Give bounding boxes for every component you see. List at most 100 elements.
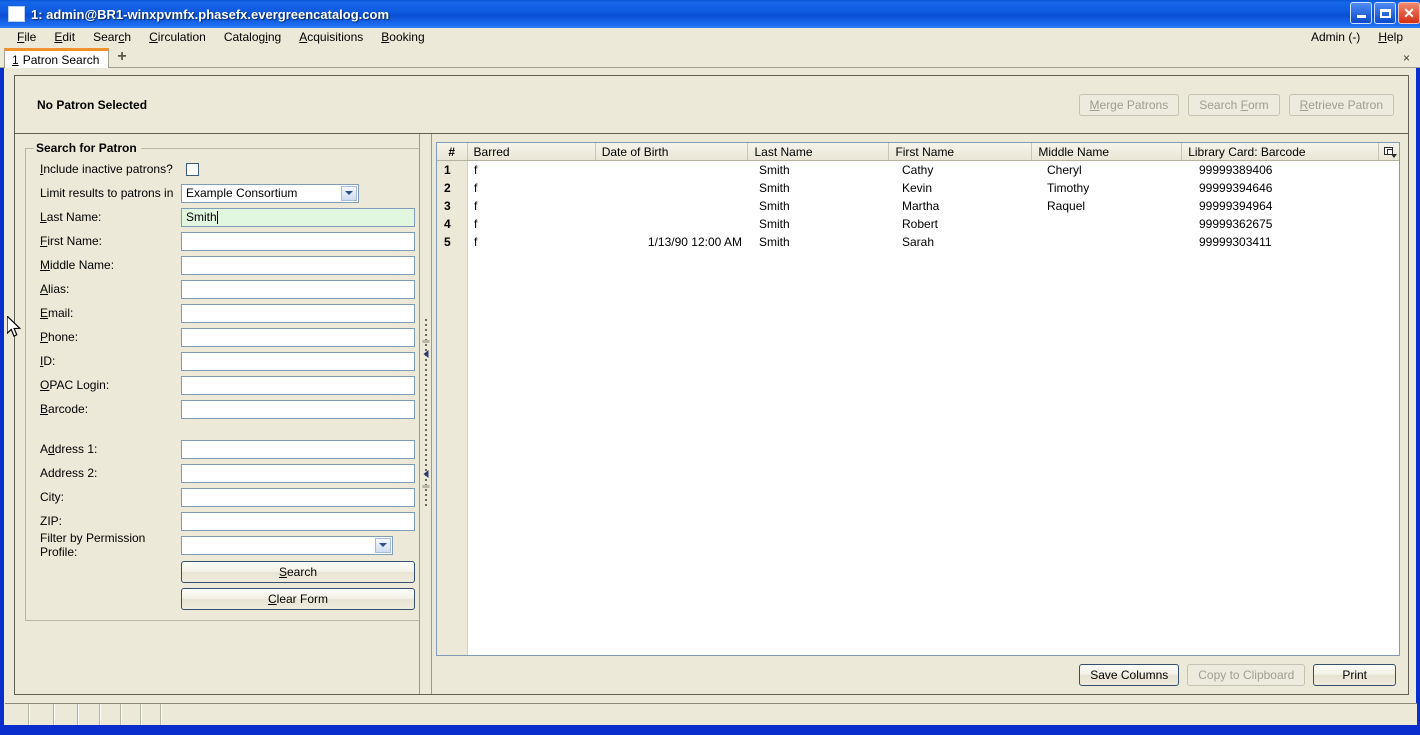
cell-first: Sarah	[902, 235, 935, 249]
zip-input[interactable]	[181, 511, 415, 531]
menu-booking[interactable]: Booking	[372, 29, 433, 45]
barcode-label: Barcode:	[40, 402, 89, 416]
cell-middle: Timothy	[1047, 181, 1090, 195]
maximize-icon	[1379, 8, 1391, 18]
column-header-number[interactable]: #	[437, 143, 467, 160]
column-header-barcode[interactable]: Library Card: Barcode	[1181, 143, 1378, 160]
include-inactive-label: Include inactive patrons?	[40, 162, 173, 176]
search-group-legend: Search for Patron	[36, 141, 137, 155]
row-address-1: Address 1:	[34, 437, 415, 461]
row-include-inactive: Include inactive patrons?	[34, 157, 415, 181]
form-spacer	[34, 421, 415, 437]
page-title: No Patron Selected	[37, 97, 148, 112]
column-header-middle-name[interactable]: Middle Name	[1031, 143, 1181, 160]
alias-input[interactable]	[181, 279, 415, 299]
cell-first: Martha	[902, 199, 940, 213]
clear-form-button[interactable]: Clear Form	[181, 588, 415, 610]
row-middle-name: Middle Name:	[34, 253, 415, 277]
column-header-dob[interactable]: Date of Birth	[594, 143, 748, 160]
row-last-name: Last Name: Smith	[34, 205, 415, 229]
table-row[interactable]: 5f1/13/90 12:00 AMSmithSarah99999303411	[468, 233, 1399, 251]
middle-name-label: Middle Name:	[40, 258, 115, 272]
new-tab-button[interactable]: +	[109, 45, 134, 67]
collapse-right-arrow-icon[interactable]	[423, 470, 428, 478]
text-caret	[216, 210, 218, 224]
cell-barred: f	[474, 181, 478, 195]
table-row[interactable]: 3fSmithMarthaRaquel99999394964	[468, 197, 1399, 215]
zip-label: ZIP:	[40, 514, 63, 528]
menu-admin[interactable]: Admin (-)	[1302, 29, 1369, 45]
first-name-input[interactable]	[181, 231, 415, 251]
email-input[interactable]	[181, 303, 415, 323]
search-form-pane: Search for Patron Include inactive patro…	[15, 134, 424, 694]
include-inactive-checkbox[interactable]	[186, 162, 199, 176]
results-pane: # Barred Date of Birth Last Name First N…	[432, 134, 1408, 694]
column-header-last-name[interactable]: Last Name	[747, 143, 888, 160]
pane-splitter[interactable]	[419, 134, 432, 694]
copy-to-clipboard-button[interactable]: Copy to Clipboard	[1187, 664, 1306, 686]
merge-patrons-button[interactable]: Merge Patrons	[1078, 93, 1180, 116]
cell-last: Smith	[759, 163, 790, 177]
middle-name-input[interactable]	[181, 255, 415, 275]
column-picker-button[interactable]	[1378, 143, 1399, 160]
row-id: ID:	[34, 349, 415, 373]
cell-last: Smith	[759, 181, 790, 195]
opac-login-label: OPAC Login:	[40, 378, 110, 392]
cell-barred: f	[474, 235, 478, 249]
last-name-input[interactable]: Smith	[181, 207, 415, 227]
id-input[interactable]	[181, 351, 415, 371]
menu-help[interactable]: Help	[1369, 29, 1412, 45]
menu-circulation[interactable]: Circulation	[140, 29, 215, 45]
cell-barcode: 99999394646	[1199, 181, 1273, 195]
menu-bar: File Edit Search Circulation Cataloging …	[0, 28, 1420, 47]
window-title: 1: admin@BR1-winxpvmfx.phasefx.evergreen…	[31, 6, 390, 22]
maximize-button[interactable]	[1374, 2, 1396, 24]
barcode-input[interactable]	[181, 399, 415, 419]
client-area: No Patron Selected Merge Patrons Search …	[4, 68, 1417, 725]
retrieve-patron-button[interactable]: Retrieve Patron	[1288, 93, 1394, 116]
patron-header-actions: Merge Patrons Search Form Retrieve Patro…	[1078, 93, 1394, 116]
column-header-barred[interactable]: Barred	[466, 143, 595, 160]
collapse-left-arrow-icon[interactable]	[423, 350, 428, 358]
menu-search[interactable]: Search	[84, 29, 140, 45]
row-number: 3	[444, 199, 451, 213]
opac-login-input[interactable]	[181, 375, 415, 395]
row-alias: Alias:	[34, 277, 415, 301]
table-row[interactable]: 2fSmithKevinTimothy99999394646	[468, 179, 1399, 197]
address-2-input[interactable]	[181, 463, 415, 483]
status-segment	[30, 704, 55, 725]
limit-results-select[interactable]: Example Consortium	[181, 183, 359, 203]
phone-input[interactable]	[181, 327, 415, 347]
address-1-input[interactable]	[181, 439, 415, 459]
menu-acquisitions[interactable]: Acquisitions	[290, 29, 372, 45]
print-button[interactable]: Print	[1313, 664, 1396, 686]
table-row[interactable]: 4fSmithRobert99999362675	[468, 215, 1399, 233]
close-tab-button[interactable]: ×	[1403, 45, 1420, 67]
address-1-label: Address 1:	[40, 442, 98, 456]
status-segment	[142, 704, 162, 725]
column-header-first-name[interactable]: First Name	[888, 143, 1031, 160]
tab-number: 1	[12, 52, 19, 67]
tab-patron-search[interactable]: 1 Patron Search	[4, 48, 110, 68]
search-form-button[interactable]: Search Form	[1188, 93, 1280, 116]
patron-search-panel: No Patron Selected Merge Patrons Search …	[14, 75, 1409, 695]
city-input[interactable]	[181, 487, 415, 507]
status-segment	[5, 704, 30, 725]
close-icon: ✕	[1403, 5, 1415, 21]
cell-barred: f	[474, 199, 478, 213]
window-icon	[8, 6, 25, 22]
permission-profile-select[interactable]	[181, 535, 393, 555]
menu-file[interactable]: File	[8, 29, 45, 45]
menu-cataloging[interactable]: Cataloging	[215, 29, 290, 45]
close-button[interactable]: ✕	[1398, 2, 1420, 24]
row-email: Email:	[34, 301, 415, 325]
address-2-label: Address 2:	[40, 466, 98, 480]
save-columns-button[interactable]: Save Columns	[1079, 664, 1180, 686]
permission-profile-label: Filter by Permission Profile:	[40, 531, 146, 559]
menu-edit[interactable]: Edit	[45, 29, 84, 45]
table-row[interactable]: 1fSmithCathyCheryl99999389406	[468, 161, 1399, 179]
minimize-button[interactable]	[1350, 2, 1372, 24]
search-button[interactable]: Search	[181, 561, 415, 583]
cell-middle: Cheryl	[1047, 163, 1082, 177]
cell-barred: f	[474, 217, 478, 231]
